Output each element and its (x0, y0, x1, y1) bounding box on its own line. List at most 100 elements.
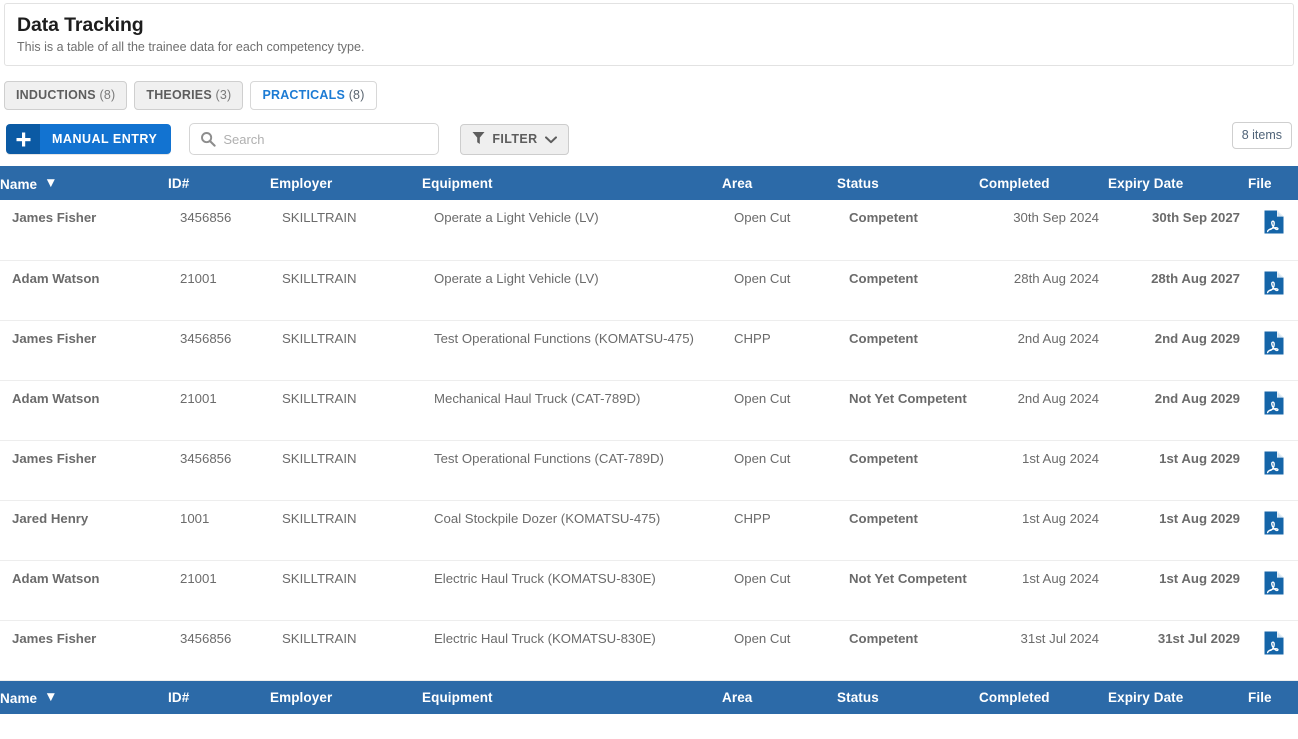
page-header-panel: Data Tracking This is a table of all the… (4, 3, 1294, 66)
pdf-file-icon[interactable] (1264, 391, 1284, 415)
cell-id: 3456856 (168, 440, 270, 500)
cell-completed: 1st Aug 2024 (979, 560, 1108, 620)
footer-column-expiry-date[interactable]: Expiry Date (1108, 680, 1248, 714)
footer-column-name[interactable]: Name ▼ (0, 680, 168, 714)
cell-employer: SKILLTRAIN (270, 380, 422, 440)
table-row[interactable]: Adam Watson21001SKILLTRAINOperate a Ligh… (0, 260, 1298, 320)
table-header-row: Name▼ ID# Employer Equipment Area Status… (0, 166, 1298, 200)
pdf-file-icon[interactable] (1264, 631, 1284, 655)
table-row[interactable]: James Fisher3456856SKILLTRAINElectric Ha… (0, 620, 1298, 680)
cell-file (1248, 620, 1298, 680)
cell-area: Open Cut (722, 260, 837, 320)
table-footer-row: Name ▼ ID# Employer Equipment Area Status… (0, 680, 1298, 714)
footer-sort-descending-icon: ▼ (44, 689, 57, 704)
column-header-id[interactable]: ID# (168, 166, 270, 200)
table-row[interactable]: Adam Watson21001SKILLTRAINMechanical Hau… (0, 380, 1298, 440)
table-header: Name▼ ID# Employer Equipment Area Status… (0, 166, 1298, 200)
cell-file (1248, 260, 1298, 320)
cell-equipment: Electric Haul Truck (KOMATSU-830E) (422, 620, 722, 680)
footer-column-id[interactable]: ID# (168, 680, 270, 714)
footer-column-equipment[interactable]: Equipment (422, 680, 722, 714)
cell-file (1248, 320, 1298, 380)
cell-file (1248, 200, 1298, 260)
pdf-file-icon[interactable] (1264, 451, 1284, 475)
table-row[interactable]: James Fisher3456856SKILLTRAINOperate a L… (0, 200, 1298, 260)
plus-icon (6, 124, 40, 154)
competency-tabs: INDUCTIONS (8)THEORIES (3)PRACTICALS (8) (0, 66, 1298, 110)
tab-inductions[interactable]: INDUCTIONS (8) (4, 81, 127, 110)
tab-label: THEORIES (146, 88, 212, 102)
footer-column-status[interactable]: Status (837, 680, 979, 714)
tab-theories[interactable]: THEORIES (3) (134, 81, 243, 110)
cell-name: James Fisher (0, 440, 168, 500)
column-header-completed[interactable]: Completed (979, 166, 1108, 200)
cell-file (1248, 500, 1298, 560)
tab-count: (8) (99, 88, 115, 102)
cell-area: Open Cut (722, 200, 837, 260)
cell-employer: SKILLTRAIN (270, 200, 422, 260)
cell-name: Jared Henry (0, 500, 168, 560)
cell-employer: SKILLTRAIN (270, 500, 422, 560)
cell-file (1248, 440, 1298, 500)
manual-entry-button[interactable]: MANUAL ENTRY (6, 124, 171, 154)
column-header-area[interactable]: Area (722, 166, 837, 200)
cell-expiry-date: 2nd Aug 2029 (1108, 380, 1248, 440)
table-row[interactable]: James Fisher3456856SKILLTRAINTest Operat… (0, 320, 1298, 380)
cell-id: 21001 (168, 260, 270, 320)
search-input[interactable] (189, 123, 439, 155)
table-row[interactable]: Jared Henry1001SKILLTRAINCoal Stockpile … (0, 500, 1298, 560)
filter-button[interactable]: FILTER (460, 124, 568, 155)
cell-expiry-date: 30th Sep 2027 (1108, 200, 1248, 260)
cell-employer: SKILLTRAIN (270, 620, 422, 680)
cell-employer: SKILLTRAIN (270, 320, 422, 380)
cell-status: Competent (837, 620, 979, 680)
cell-area: Open Cut (722, 380, 837, 440)
cell-name: James Fisher (0, 320, 168, 380)
data-tracking-page: Data Tracking This is a table of all the… (0, 0, 1298, 739)
table-toolbar: MANUAL ENTRY FILTER (0, 110, 1298, 158)
cell-equipment: Electric Haul Truck (KOMATSU-830E) (422, 560, 722, 620)
cell-name: Adam Watson (0, 380, 168, 440)
table-row[interactable]: James Fisher3456856SKILLTRAINTest Operat… (0, 440, 1298, 500)
pdf-file-icon[interactable] (1264, 511, 1284, 535)
table-row[interactable]: Adam Watson21001SKILLTRAINElectric Haul … (0, 560, 1298, 620)
page-subtitle: This is a table of all the trainee data … (17, 39, 1281, 55)
cell-expiry-date: 1st Aug 2029 (1108, 560, 1248, 620)
column-header-expiry-date[interactable]: Expiry Date (1108, 166, 1248, 200)
pdf-file-icon[interactable] (1264, 331, 1284, 355)
pdf-file-icon[interactable] (1264, 571, 1284, 595)
column-header-name[interactable]: Name▼ (0, 166, 168, 200)
filter-label: FILTER (492, 132, 537, 146)
cell-area: Open Cut (722, 440, 837, 500)
cell-status: Not Yet Competent (837, 560, 979, 620)
cell-name: Adam Watson (0, 260, 168, 320)
cell-status: Competent (837, 260, 979, 320)
tab-practicals[interactable]: PRACTICALS (8) (250, 81, 376, 110)
column-header-equipment[interactable]: Equipment (422, 166, 722, 200)
cell-id: 21001 (168, 560, 270, 620)
chevron-down-icon (545, 133, 557, 147)
cell-id: 1001 (168, 500, 270, 560)
pdf-file-icon[interactable] (1264, 210, 1284, 234)
tab-label: INDUCTIONS (16, 88, 96, 102)
cell-employer: SKILLTRAIN (270, 560, 422, 620)
cell-expiry-date: 1st Aug 2029 (1108, 500, 1248, 560)
cell-expiry-date: 31st Jul 2029 (1108, 620, 1248, 680)
column-header-employer[interactable]: Employer (270, 166, 422, 200)
footer-column-file[interactable]: File (1248, 680, 1298, 714)
cell-expiry-date: 1st Aug 2029 (1108, 440, 1248, 500)
column-header-file[interactable]: File (1248, 166, 1298, 200)
column-header-status[interactable]: Status (837, 166, 979, 200)
footer-column-name-label: Name (0, 691, 37, 706)
cell-id: 3456856 (168, 320, 270, 380)
footer-column-area[interactable]: Area (722, 680, 837, 714)
footer-column-completed[interactable]: Completed (979, 680, 1108, 714)
cell-expiry-date: 2nd Aug 2029 (1108, 320, 1248, 380)
pdf-file-icon[interactable] (1264, 271, 1284, 295)
tab-label: PRACTICALS (262, 88, 345, 102)
cell-id: 21001 (168, 380, 270, 440)
cell-id: 3456856 (168, 620, 270, 680)
cell-equipment: Mechanical Haul Truck (CAT-789D) (422, 380, 722, 440)
manual-entry-label: MANUAL ENTRY (40, 124, 171, 154)
footer-column-employer[interactable]: Employer (270, 680, 422, 714)
